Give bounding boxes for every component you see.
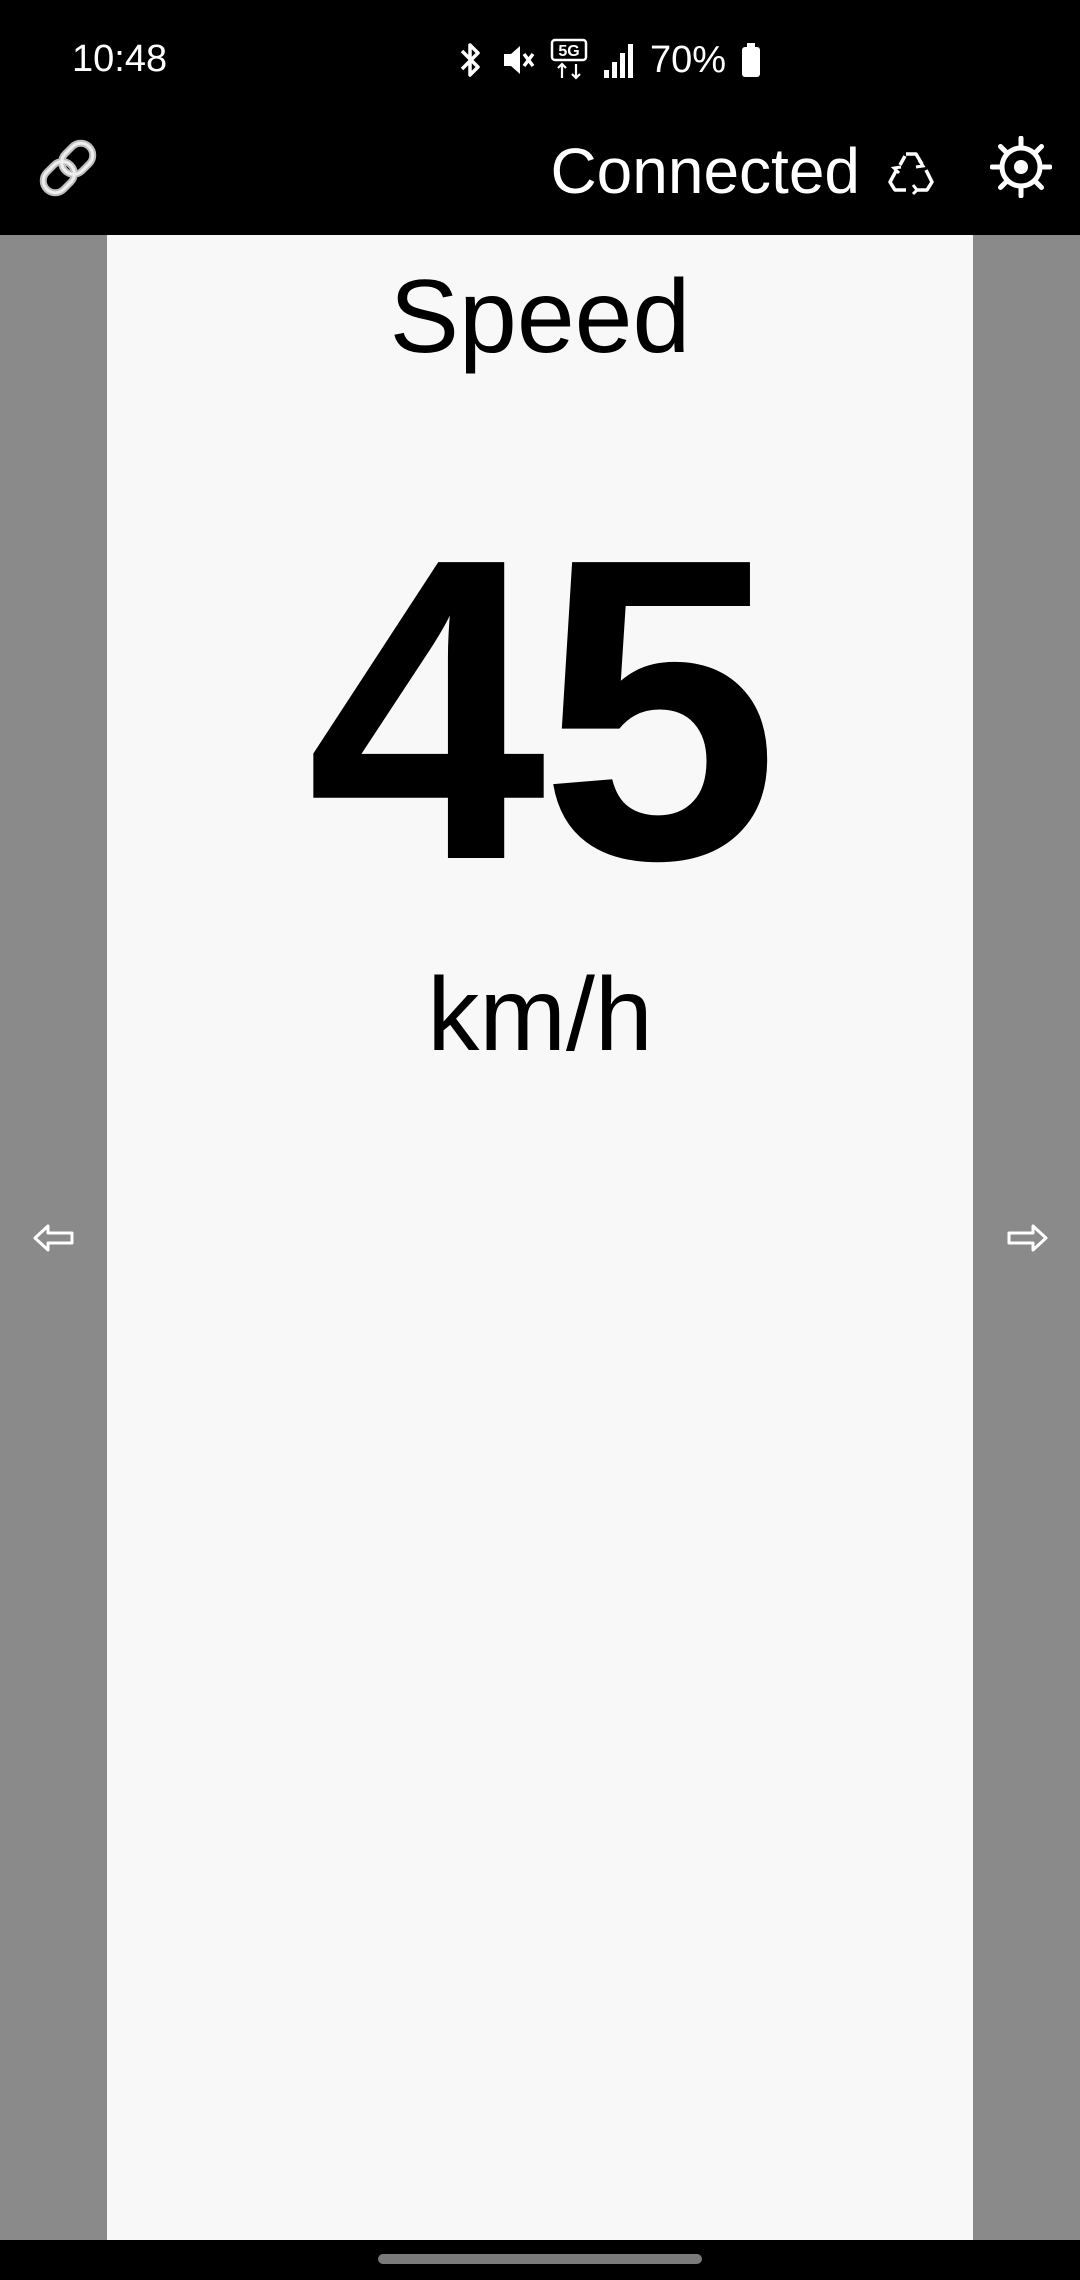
metric-panel: Speed 45 km/h bbox=[107, 235, 973, 2240]
5g-badge-text: 5G bbox=[558, 43, 579, 60]
mute-icon bbox=[504, 46, 535, 74]
bluetooth-icon bbox=[460, 43, 480, 77]
status-bar: 10:48 5G 70% bbox=[0, 0, 1080, 120]
status-icons: 5G 70% bbox=[456, 38, 762, 82]
navigation-bar bbox=[0, 2240, 1080, 2280]
status-time: 10:48 bbox=[72, 38, 168, 80]
metric-title: Speed bbox=[389, 259, 691, 375]
signal-icon bbox=[604, 44, 633, 78]
dashboard-content: Speed 45 km/h bbox=[0, 235, 1080, 2240]
settings-icon bbox=[989, 135, 1053, 199]
metric-unit: km/h bbox=[427, 957, 653, 1073]
previous-page-button[interactable] bbox=[0, 235, 107, 2240]
battery-icon bbox=[742, 43, 761, 77]
settings-button[interactable] bbox=[989, 135, 1053, 199]
home-gesture-handle[interactable] bbox=[378, 2254, 702, 2264]
link-icon bbox=[39, 139, 97, 197]
metric-value: 45 bbox=[306, 470, 779, 950]
recycle-icon bbox=[888, 152, 934, 196]
next-page-button[interactable] bbox=[973, 235, 1080, 2240]
arrow-right-icon bbox=[1007, 1224, 1047, 1251]
link-button[interactable] bbox=[28, 128, 108, 208]
battery-percentage: 70% bbox=[650, 38, 727, 81]
reset-button[interactable] bbox=[886, 146, 936, 196]
arrow-left-icon bbox=[33, 1224, 73, 1251]
app-toolbar: Connected bbox=[0, 120, 1080, 235]
5g-icon: 5G bbox=[550, 38, 588, 80]
app-screen: 10:48 5G 70% Connected Speed 45 km/h bbox=[0, 0, 1080, 2280]
connection-status: Connected bbox=[550, 135, 860, 207]
